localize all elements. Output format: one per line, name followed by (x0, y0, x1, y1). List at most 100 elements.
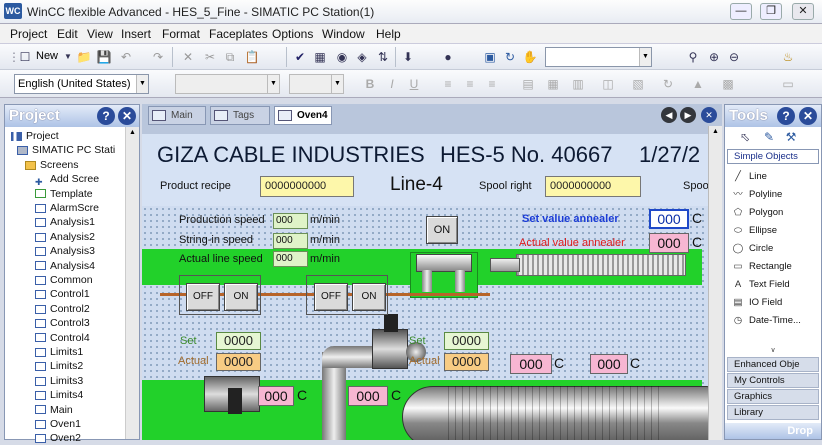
save-icon[interactable]: 💾 (96, 49, 112, 65)
spool-right-label[interactable]: Spool right (479, 180, 532, 192)
menu-view[interactable]: View (87, 27, 113, 41)
runtime-icon[interactable]: ◉ (334, 49, 350, 65)
cut-icon[interactable]: ✂ (202, 49, 218, 65)
tree-item[interactable]: SIMATIC PC Stati (17, 143, 115, 157)
transfer-icon[interactable]: ⇅ (375, 49, 391, 65)
tab-scroll-left-icon[interactable]: ◀ (661, 107, 677, 123)
on-button[interactable]: ON (426, 216, 458, 244)
italic-icon[interactable]: I (384, 76, 400, 92)
actual1-field[interactable]: 0000 (216, 353, 261, 371)
library-category[interactable]: Library (727, 405, 819, 420)
tree-item[interactable]: Analysis2 (35, 230, 95, 244)
tree-item[interactable]: Analysis3 (35, 244, 95, 258)
bold-icon[interactable]: B (362, 76, 378, 92)
set-label[interactable]: Set (409, 335, 426, 347)
lock-icon[interactable]: ● (440, 49, 456, 65)
compile-icon[interactable]: ▦ (312, 49, 328, 65)
tree-item[interactable]: Template (35, 187, 93, 201)
drop-area[interactable]: Drop (725, 423, 821, 439)
production-speed-field[interactable]: 000 (273, 213, 308, 229)
machine-title[interactable]: HES-5 No. 40667 (440, 142, 612, 168)
tool-rectangle[interactable]: ▭ Rectangle (731, 259, 792, 275)
actual-label[interactable]: Actual (178, 355, 209, 367)
open-folder-icon[interactable]: 📁 (76, 49, 92, 65)
pointer-icon[interactable]: ⬁ (737, 129, 753, 145)
align-middle-icon[interactable]: ▦ (545, 76, 561, 92)
sync-icon[interactable]: ↻ (502, 49, 518, 65)
tool-io-field[interactable]: ▤ IO Field (731, 295, 783, 311)
actual-annealer-field[interactable]: 000 (649, 233, 689, 253)
wrench-icon[interactable]: ⚒ (783, 129, 799, 145)
chevron-down-icon[interactable]: ▼ (331, 75, 343, 93)
tree-item[interactable]: Control3 (35, 316, 90, 330)
close-icon[interactable]: ✕ (799, 107, 817, 125)
edit-tool-icon[interactable]: ✎ (761, 129, 777, 145)
order-icon[interactable]: ▭ (780, 76, 796, 92)
tree-item[interactable]: Common (35, 273, 93, 287)
spool-right-field[interactable]: 0000000000 (545, 176, 641, 197)
screw-barrel[interactable] (516, 254, 686, 276)
tool-text-field[interactable]: A Text Field (731, 277, 790, 293)
underline-icon[interactable]: U (406, 76, 422, 92)
align-top-icon[interactable]: ▤ (520, 76, 536, 92)
line-label[interactable]: Line-4 (390, 174, 443, 196)
menu-project[interactable]: Project (10, 27, 47, 41)
scroll-up-icon[interactable]: ▲ (127, 129, 138, 139)
chevron-down-icon[interactable]: ▼ (639, 48, 651, 66)
new-dropdown-icon[interactable]: ▼ (60, 49, 76, 65)
screen-canvas[interactable]: GIZA CABLE INDUSTRIES HES-5 No. 40667 1/… (142, 126, 722, 440)
menu-faceplates[interactable]: Faceplates (209, 27, 268, 41)
font-size-select[interactable]: ▼ (289, 74, 344, 94)
zoom-fit-icon[interactable]: ⚲ (685, 49, 701, 65)
tree-item[interactable]: Control1 (35, 287, 90, 301)
tree-item[interactable]: Limits3 (35, 374, 83, 388)
new-document-icon[interactable]: ☐ (17, 49, 33, 65)
project-scrollbar[interactable]: ▲ (125, 127, 139, 439)
hmi-screen[interactable]: GIZA CABLE INDUSTRIES HES-5 No. 40667 1/… (142, 134, 722, 440)
simulate-icon[interactable]: ◈ (354, 49, 370, 65)
tree-item[interactable]: Oven1 (35, 417, 81, 431)
temp-zone-c-field[interactable]: 000 (258, 386, 294, 406)
zoom-combo[interactable]: ▼ (545, 47, 652, 67)
copy-icon[interactable]: ⧉ (222, 49, 238, 65)
tree-item[interactable]: Analysis4 (35, 259, 95, 273)
download-icon[interactable]: ⬇ (400, 49, 416, 65)
barrel-nozzle[interactable] (490, 258, 520, 272)
tool-polygon[interactable]: ⬠ Polygon (731, 205, 783, 221)
company-title[interactable]: GIZA CABLE INDUSTRIES (157, 142, 425, 168)
simple-objects-section[interactable]: Simple Objects (727, 149, 819, 164)
tab-scroll-right-icon[interactable]: ▶ (680, 107, 696, 123)
actual-label[interactable]: Actual (409, 355, 440, 367)
minimize-icon[interactable]: — (730, 3, 752, 20)
actual-line-speed-label[interactable]: Actual line speed (179, 253, 263, 265)
align-left-icon[interactable]: ≡ (440, 76, 456, 92)
scroll-up-icon[interactable]: ▲ (710, 128, 721, 138)
actual-annealer-label[interactable]: Actual value annealer (519, 237, 625, 249)
tree-item[interactable]: Project (11, 129, 59, 143)
set-annealer-field[interactable]: 000 (649, 209, 689, 229)
flip-icon[interactable]: ▲ (690, 76, 706, 92)
chevron-down-icon[interactable]: ▼ (136, 75, 148, 93)
language-select[interactable]: English (United States) ▼ (14, 74, 149, 94)
enhanced-objects-category[interactable]: Enhanced Obje (727, 357, 819, 372)
tree-item[interactable]: Screens (25, 158, 79, 172)
menu-format[interactable]: Format (162, 27, 200, 41)
set1-field[interactable]: 0000 (216, 332, 261, 350)
paint-bucket-icon[interactable]: ♨ (780, 49, 796, 65)
new-button[interactable]: New (36, 50, 58, 62)
tab-main[interactable]: Main (148, 106, 206, 125)
help-icon[interactable]: ? (777, 107, 795, 125)
collapse-icon[interactable]: ∨ (727, 346, 819, 354)
date-field[interactable]: 1/27/2 (639, 142, 700, 168)
my-controls-category[interactable]: My Controls (727, 373, 819, 388)
close-icon[interactable]: ✕ (118, 107, 136, 125)
menu-help[interactable]: Help (376, 27, 401, 41)
motor1-off-button[interactable]: OFF (186, 283, 220, 311)
tool-line[interactable]: ╱ Line (731, 169, 767, 185)
undo-icon[interactable]: ↶ (118, 49, 134, 65)
blower-motor[interactable] (372, 329, 408, 369)
rotate-icon[interactable]: ↻ (660, 76, 676, 92)
stringin-speed-label[interactable]: String-in speed (179, 234, 253, 246)
tree-item[interactable]: Oven2 (35, 431, 81, 445)
tab-oven4[interactable]: Oven4 (274, 106, 332, 125)
